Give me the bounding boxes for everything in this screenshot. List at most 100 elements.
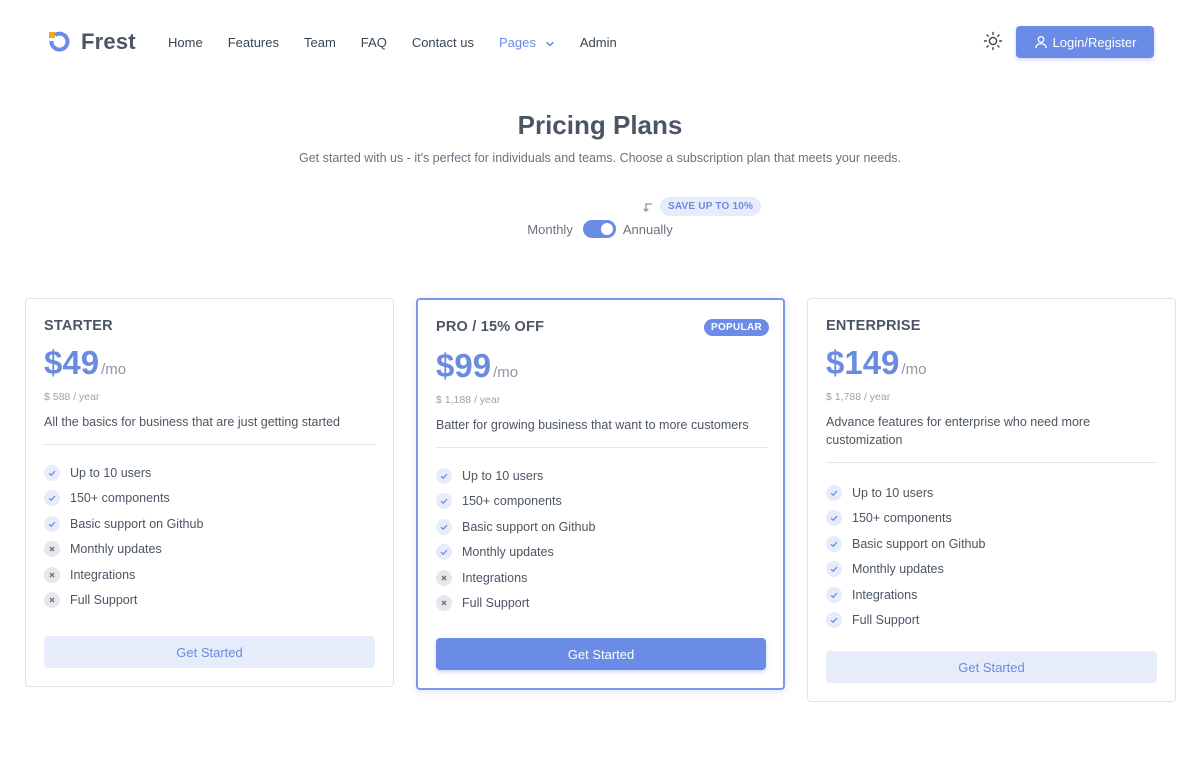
feature-list: Up to 10 users 150+ components Basic sup… <box>826 480 1157 633</box>
check-icon <box>826 612 842 629</box>
check-icon <box>44 464 60 481</box>
close-icon <box>44 592 60 609</box>
corner-arrow-icon <box>641 200 655 214</box>
price-period: /mo <box>493 364 519 381</box>
user-icon <box>1034 35 1048 49</box>
feature-label: 150+ components <box>462 494 562 509</box>
chevron-down-icon <box>545 37 555 47</box>
brand[interactable]: Frest <box>47 29 136 55</box>
divider <box>826 462 1157 463</box>
close-icon <box>44 566 60 583</box>
brand-name: Frest <box>81 29 136 54</box>
price-period: /mo <box>901 361 927 378</box>
check-icon <box>826 586 842 603</box>
check-icon <box>826 510 842 527</box>
nav-link-team[interactable]: Team <box>304 35 336 50</box>
get-started-button[interactable]: Get Started <box>826 651 1157 683</box>
feature-label: Up to 10 users <box>462 468 544 483</box>
yearly-price: $ 1,188 / year <box>436 394 501 406</box>
nav-links: Home Features Team FAQ Contact us Pages … <box>168 33 642 51</box>
divider <box>44 444 375 445</box>
feature-item: Basic support on Github <box>826 531 1157 557</box>
feature-label: Basic support on Github <box>852 536 986 551</box>
plan-name: ENTERPRISE <box>826 318 921 334</box>
feature-list: Up to 10 users 150+ components Basic sup… <box>44 460 375 613</box>
feature-item: Monthly updates <box>44 537 375 563</box>
feature-label: Monthly updates <box>70 542 162 557</box>
nav-link-faq[interactable]: FAQ <box>361 35 387 50</box>
close-icon <box>436 569 452 586</box>
yearly-price: $ 588 / year <box>44 391 100 403</box>
nav-link-home[interactable]: Home <box>168 35 203 50</box>
yearly-price: $ 1,788 / year <box>826 391 891 403</box>
feature-item: Up to 10 users <box>826 480 1157 506</box>
save-callout: SAVE UP TO 10% <box>641 197 762 216</box>
feature-item: Up to 10 users <box>44 460 375 486</box>
annually-label[interactable]: Annually <box>623 222 673 237</box>
check-icon <box>436 518 452 535</box>
get-started-button[interactable]: Get Started <box>436 638 766 670</box>
feature-label: Full Support <box>852 613 920 628</box>
check-icon <box>436 467 452 484</box>
plan-price: $99 <box>436 347 492 384</box>
plan-name: PRO / 15% OFF <box>436 319 545 335</box>
feature-item: Integrations <box>44 562 375 588</box>
feature-item: Full Support <box>436 591 767 617</box>
feature-item: 150+ components <box>44 486 375 512</box>
feature-list: Up to 10 users 150+ components Basic sup… <box>436 463 767 616</box>
feature-item: Up to 10 users <box>436 463 767 489</box>
check-icon <box>436 544 452 561</box>
nav-link-pages[interactable]: Pages <box>499 35 555 50</box>
feature-item: 150+ components <box>826 506 1157 532</box>
nav-link-admin[interactable]: Admin <box>580 35 617 50</box>
pricing-card-starter: STARTER $49 /mo $ 588 / year All the bas… <box>25 298 394 687</box>
feature-label: Up to 10 users <box>852 485 934 500</box>
price-row: $99 /mo <box>436 347 518 385</box>
plan-price: $149 <box>826 344 900 381</box>
feature-item: Monthly updates <box>436 540 767 566</box>
page-subtitle: Get started with us - it's perfect for i… <box>299 151 901 165</box>
get-started-button[interactable]: Get Started <box>44 636 375 668</box>
plan-description: Advance features for enterprise who need… <box>826 415 1091 447</box>
feature-item: Full Support <box>44 588 375 614</box>
feature-label: Basic support on Github <box>70 516 204 531</box>
plan-price: $49 <box>44 344 100 381</box>
close-icon <box>44 541 60 558</box>
nav-link-contact[interactable]: Contact us <box>412 35 474 50</box>
plan-description: All the basics for business that are jus… <box>44 415 340 429</box>
divider <box>436 447 767 448</box>
feature-item: Integrations <box>436 565 767 591</box>
feature-item: Integrations <box>826 582 1157 608</box>
feature-label: Integrations <box>462 570 528 585</box>
nav-link-features[interactable]: Features <box>228 35 279 50</box>
plan-name: STARTER <box>44 318 113 334</box>
billing-switch[interactable] <box>582 220 616 238</box>
navbar: Frest Home Features Team FAQ Contact us … <box>0 0 1200 84</box>
feature-label: Up to 10 users <box>70 465 152 480</box>
feature-label: Integrations <box>852 587 918 602</box>
feature-label: Monthly updates <box>462 545 554 560</box>
login-register-button[interactable]: Login/Register <box>1016 26 1154 58</box>
feature-item: Basic support on Github <box>436 514 767 540</box>
close-icon <box>436 595 452 612</box>
switch-knob <box>600 223 613 235</box>
sun-icon[interactable] <box>983 31 1003 51</box>
price-row: $49 /mo <box>44 344 126 382</box>
feature-item: Monthly updates <box>826 557 1157 583</box>
feature-label: 150+ components <box>852 511 952 526</box>
plan-description: Batter for growing business that want to… <box>436 418 749 432</box>
check-icon <box>44 490 60 507</box>
price-row: $149 /mo <box>826 344 926 382</box>
feature-item: Full Support <box>826 608 1157 634</box>
page-title: Pricing Plans <box>517 110 683 140</box>
billing-toggle: Monthly Annually <box>0 220 1200 238</box>
popular-badge: POPULAR <box>704 319 769 336</box>
monthly-label[interactable]: Monthly <box>527 222 573 237</box>
pricing-card-enterprise: ENTERPRISE $149 /mo $ 1,788 / year Advan… <box>807 298 1176 702</box>
save-badge: SAVE UP TO 10% <box>660 197 762 216</box>
feature-label: 150+ components <box>70 491 170 506</box>
price-period: /mo <box>101 361 127 378</box>
pricing-card-pro: PRO / 15% OFF POPULAR $99 /mo $ 1,188 / … <box>416 298 785 690</box>
feature-label: Integrations <box>70 567 136 582</box>
feature-label: Basic support on Github <box>462 519 596 534</box>
